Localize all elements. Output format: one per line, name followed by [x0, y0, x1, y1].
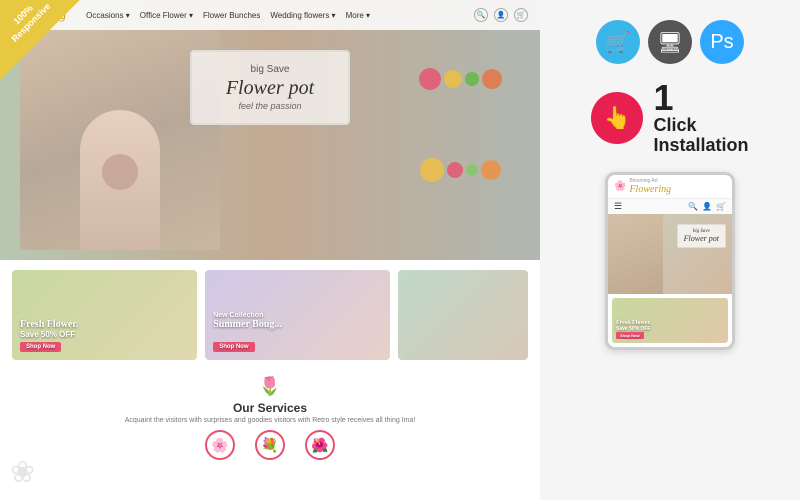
nav-link-more[interactable]: More ▾: [346, 11, 370, 20]
hamburger-icon[interactable]: ☰: [614, 201, 622, 212]
services-main-icon: 🌷: [12, 376, 528, 397]
responsive-badge: 100%Responsive: [0, 0, 80, 80]
mobile-hero-text: big Save Flower pot: [677, 224, 726, 248]
one-click-button[interactable]: 👆: [591, 92, 643, 144]
lower-section: Fresh Flower. Save 50% OFF Shop Now New …: [0, 260, 540, 476]
nav-links: Occasions ▾ Office Flower ▾ Flower Bunch…: [86, 11, 474, 20]
nav-icons: 🔍 👤 🛒: [474, 8, 528, 22]
nav-link-wedding[interactable]: Wedding flowers ▾: [270, 11, 335, 20]
mobile-icons: 🔍 👤 🛒: [688, 202, 726, 211]
services-desc: Acquaint the visitors with surprises and…: [120, 417, 420, 424]
one-click-number: 1: [653, 80, 748, 116]
one-click-line2: Installation: [653, 136, 748, 156]
ps-icon-circle[interactable]: Ps: [700, 20, 744, 64]
mobile-logo-block: Blooming Art Flowering: [629, 178, 671, 195]
product-card-3[interactable]: [398, 270, 528, 360]
mobile-flower-icon: 🌸: [614, 181, 626, 192]
mobile-hero: big Save Flower pot: [608, 214, 732, 294]
one-click-line1: Click: [653, 116, 748, 136]
nav-link-occasions[interactable]: Occasions ▾: [86, 11, 130, 20]
service-icon-circle-1: 🌸: [205, 430, 235, 460]
nav-user-icon[interactable]: 👤: [494, 8, 508, 22]
mobile-card-label: Fresh Flower. Save 50% OFF Shop Now: [616, 320, 651, 339]
mobile-cart-icon[interactable]: 🛒: [716, 202, 726, 211]
mobile-preview: 🌸 Blooming Art Flowering ☰ 🔍 👤 🛒 big Sav…: [605, 172, 735, 350]
mobile-user-icon[interactable]: 👤: [702, 202, 712, 211]
mobile-menu-bar: ☰ 🔍 👤 🛒: [608, 199, 732, 214]
nav-bar: Flowering Occasions ▾ Office Flower ▾ Fl…: [0, 0, 540, 30]
services-title: Our Services: [12, 401, 528, 415]
one-click-installation: 👆 1 Click Installation: [591, 80, 748, 156]
one-click-text-block: 1 Click Installation: [653, 80, 748, 156]
mobile-card[interactable]: Fresh Flower. Save 50% OFF Shop Now: [612, 298, 728, 343]
top-icons-row: 🛒 🖥 Ps: [596, 20, 744, 64]
monitor-icon-circle[interactable]: 🖥: [648, 20, 692, 64]
mobile-logo-text: Flowering: [629, 184, 671, 195]
hero-sub-text: feel the passion: [212, 101, 328, 111]
responsive-badge-text: 100%Responsive: [2, 0, 53, 44]
mobile-search-icon[interactable]: 🔍: [688, 202, 698, 211]
services-section: 🌷 Our Services Acquaint the visitors wit…: [12, 370, 528, 466]
service-icon-circle-3: 🌺: [305, 430, 335, 460]
mobile-shop-btn[interactable]: Shop Now: [616, 332, 644, 339]
nav-search-icon[interactable]: 🔍: [474, 8, 488, 22]
nav-link-office[interactable]: Office Flower ▾: [140, 11, 193, 20]
cart-icon: 🛒: [606, 30, 631, 55]
service-icon-2: 💐: [255, 430, 285, 460]
service-icon-3: 🌺: [305, 430, 335, 460]
product-card-1-label: Fresh Flower. Save 50% OFF Shop Now: [20, 319, 78, 352]
monitor-icon: 🖥: [657, 30, 682, 55]
hero-content-box: big Save Flower pot feel the passion: [190, 50, 350, 125]
product-cards: Fresh Flower. Save 50% OFF Shop Now New …: [12, 270, 528, 360]
mobile-logo-area: 🌸 Blooming Art Flowering: [608, 175, 732, 199]
ps-icon: Ps: [710, 31, 733, 54]
shop-now-btn-2[interactable]: Shop Now: [213, 342, 254, 352]
hero-section: Flowering Occasions ▾ Office Flower ▾ Fl…: [0, 0, 540, 260]
touch-icon: 👆: [604, 105, 631, 131]
hero-small-text: big Save: [212, 64, 328, 75]
hero-big-text: Flower pot: [212, 77, 328, 99]
service-icon-1: 🌸: [205, 430, 235, 460]
cart-icon-circle[interactable]: 🛒: [596, 20, 640, 64]
nav-cart-icon[interactable]: 🛒: [514, 8, 528, 22]
hero-flowers-decoration: [410, 35, 510, 215]
left-panel: 100%Responsive Flowering Occasions ▾ Off…: [0, 0, 540, 500]
right-panel: 🛒 🖥 Ps 👆 1 Click Installation 🌸 Blooming…: [540, 0, 800, 500]
product-card-2[interactable]: New Collection Summer Boug... Shop Now: [205, 270, 390, 360]
shop-now-btn-1[interactable]: Shop Now: [20, 342, 61, 352]
service-icon-circle-2: 💐: [255, 430, 285, 460]
product-card-2-label: New Collection Summer Boug... Shop Now: [213, 310, 282, 352]
services-icons-row: 🌸 💐 🌺: [12, 430, 528, 460]
decorative-flower-left: ❀: [10, 455, 35, 490]
product-card-1[interactable]: Fresh Flower. Save 50% OFF Shop Now: [12, 270, 197, 360]
nav-link-bunches[interactable]: Flower Bunches: [203, 11, 260, 20]
mobile-person-image: [608, 214, 663, 294]
